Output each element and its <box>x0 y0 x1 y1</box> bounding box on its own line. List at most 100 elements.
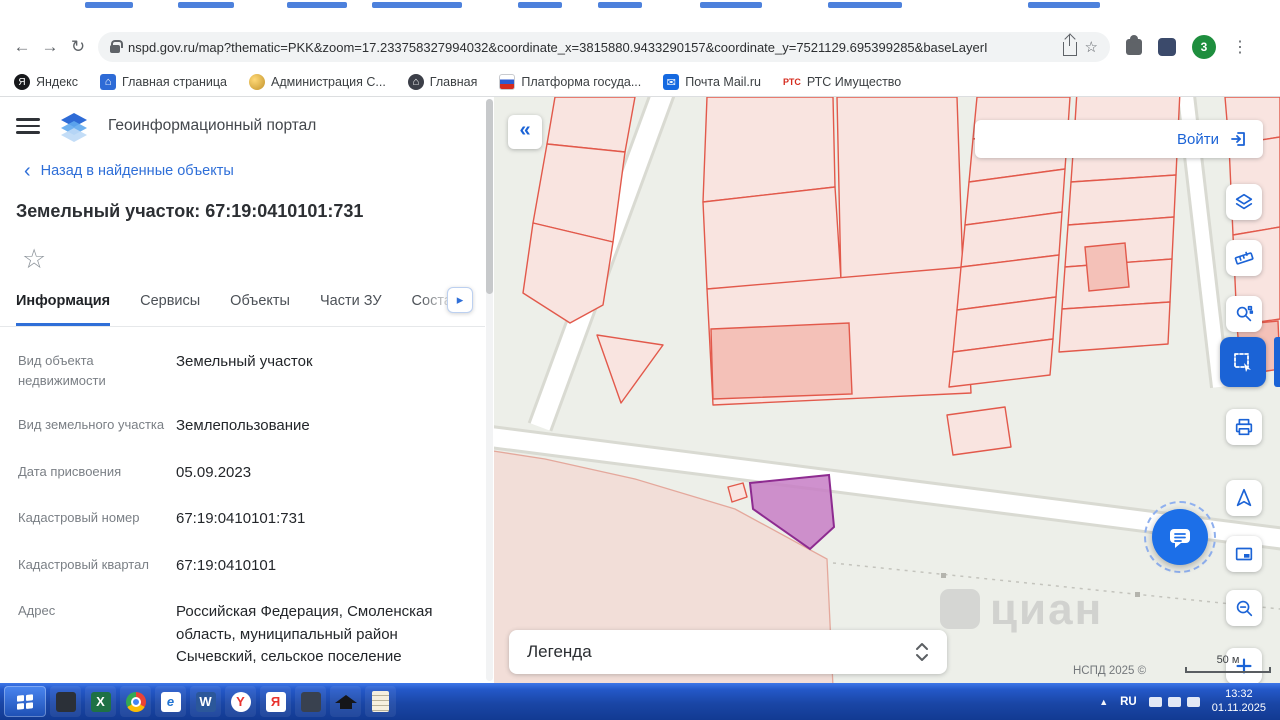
measure-ruler-button[interactable] <box>1226 240 1262 276</box>
taskbar-notepad-icon[interactable] <box>365 686 396 717</box>
address-bar[interactable]: nspd.gov.ru/map?thematic=PKK&zoom=17.233… <box>98 32 1110 62</box>
bookmark-label: Почта Mail.ru <box>685 75 761 89</box>
object-search-button[interactable] <box>1226 296 1262 332</box>
taskbar-chrome-icon[interactable] <box>120 686 151 717</box>
tray-expand-icon[interactable]: ▲ <box>1099 697 1108 707</box>
bookmark-yandex[interactable]: Я Яндекс <box>14 74 78 90</box>
field-value: 05.09.2023 <box>176 463 252 481</box>
taskbar-education-icon[interactable] <box>330 686 361 717</box>
taskbar-yandex-browser-icon[interactable]: Y <box>225 686 256 717</box>
scale-line <box>1185 667 1271 673</box>
taskbar-ie-icon[interactable]: e <box>155 686 186 717</box>
cadastral-map[interactable]: циан « Войти Легенда НСПД 2025 © 50 м <box>485 97 1280 683</box>
profile-avatar[interactable]: 3 <box>1192 35 1216 59</box>
tab-fragment <box>372 2 462 8</box>
bookmark-star-icon[interactable]: ☆ <box>1085 38 1098 56</box>
login-button[interactable]: Войти <box>975 120 1263 158</box>
mail-favicon: ✉ <box>663 74 680 90</box>
portal-logo[interactable] <box>56 108 92 144</box>
object-fields: Вид объекта недвижимости Земельный участ… <box>0 327 494 669</box>
geolocation-button[interactable] <box>1226 480 1262 516</box>
chat-bubble-icon <box>1170 529 1190 548</box>
taskbar-excel-icon[interactable]: X <box>85 686 116 717</box>
object-info-panel: Геоинформационный портал ‹ Назад в найде… <box>0 97 494 683</box>
url-text[interactable]: nspd.gov.ru/map?thematic=PKK&zoom=17.233… <box>128 40 1055 55</box>
favorite-star-icon[interactable]: ☆ <box>0 222 494 273</box>
bookmark-administration[interactable]: Администрация С... <box>248 74 386 90</box>
sidebar-extension-icon[interactable] <box>1158 38 1176 56</box>
start-button[interactable] <box>4 686 46 717</box>
hamburger-menu-icon[interactable] <box>16 116 40 136</box>
clock[interactable]: 13:32 01.11.2025 <box>1212 688 1266 716</box>
rts-favicon: РТС <box>782 77 801 87</box>
bookmarks-bar: Я Яндекс ⌂ Главная страница Администраци… <box>0 68 1280 97</box>
reload-button[interactable]: ↻ <box>64 33 92 61</box>
back-to-results-link[interactable]: ‹ Назад в найденные объекты <box>0 155 494 182</box>
forward-button[interactable]: → <box>36 33 64 61</box>
home-favicon: ⌂ <box>100 74 117 90</box>
map-search-button[interactable] <box>1226 590 1262 626</box>
back-button[interactable]: ← <box>8 33 36 61</box>
tray-icons <box>1148 696 1200 707</box>
scrollbar-thumb[interactable] <box>486 99 493 294</box>
language-indicator[interactable]: RU <box>1120 696 1137 708</box>
bookmark-label: Администрация С... <box>270 75 386 89</box>
field-label: Вид земельного участка <box>18 417 165 433</box>
tabs-more-button[interactable]: ▸ <box>447 287 473 313</box>
collapse-panel-button[interactable]: « <box>508 115 542 149</box>
overview-frame-button[interactable] <box>1226 536 1262 572</box>
bookmark-rts[interactable]: РТС РТС Имущество <box>783 74 901 90</box>
field-row: Вид объекта недвижимости Земельный участ… <box>18 351 470 391</box>
bookmark-label: Главная страница <box>122 75 227 89</box>
menu-kebab-icon[interactable]: ⋮ <box>1232 37 1248 57</box>
tab-fragment <box>1028 2 1100 8</box>
browser-toolbar: ← → ↻ nspd.gov.ru/map?thematic=PKK&zoom=… <box>0 26 1280 68</box>
chevron-left-icon: ‹ <box>24 160 31 182</box>
map-canvas[interactable]: циан <box>485 97 1280 683</box>
tab-services[interactable]: Сервисы <box>140 293 200 326</box>
legend-panel[interactable]: Легенда <box>509 630 947 674</box>
tab-fragment <box>828 2 902 8</box>
browser-tab-strip <box>0 0 1280 26</box>
taskbar-app-icon[interactable] <box>295 686 326 717</box>
lock-icon[interactable] <box>110 40 123 53</box>
chat-button[interactable] <box>1152 509 1208 565</box>
tab-objects[interactable]: Объекты <box>230 293 290 326</box>
taskbar-word-icon[interactable]: W <box>190 686 221 717</box>
field-value: 67:19:0410101:731 <box>176 510 306 528</box>
layers-button[interactable] <box>1226 184 1262 220</box>
tray-icon[interactable] <box>1148 696 1162 707</box>
bookmark-mail[interactable]: ✉ Почта Mail.ru <box>663 74 761 90</box>
panel-scrollbar[interactable] <box>486 99 493 681</box>
extensions-icon[interactable] <box>1126 35 1142 55</box>
field-row: Дата присвоения 05.09.2023 <box>18 462 470 485</box>
tab-parts[interactable]: Части ЗУ <box>320 293 382 326</box>
tray-icon[interactable] <box>1167 696 1181 707</box>
windows-taskbar: X e W Y Я ▲ RU 13:32 01.11.2025 <box>0 683 1280 720</box>
flag-favicon <box>499 74 516 90</box>
tab-information[interactable]: Информация <box>16 293 111 326</box>
tab-fragment <box>287 2 347 8</box>
field-value: 67:19:0410101 <box>176 556 277 574</box>
active-draw-tool-button[interactable] <box>1220 337 1266 387</box>
field-row: Вид земельного участка Землепользование <box>18 415 470 438</box>
tray-icon[interactable] <box>1186 696 1200 707</box>
bookmark-label: Платформа госуда... <box>521 75 642 89</box>
app-title: Геоинформационный портал <box>108 117 317 134</box>
bookmark-main[interactable]: ⌂ Главная <box>407 74 477 90</box>
bookmark-home-page[interactable]: ⌂ Главная страница <box>100 74 227 90</box>
emblem-favicon <box>248 74 265 90</box>
taskbar-dark-app-icon[interactable] <box>50 686 81 717</box>
login-label: Войти <box>1177 130 1219 148</box>
yandex-favicon: Я <box>14 74 30 90</box>
print-button[interactable] <box>1226 409 1262 445</box>
taskbar-yandex-icon[interactable]: Я <box>260 686 291 717</box>
field-row: Кадастровый номер 67:19:0410101:731 <box>18 508 470 531</box>
share-icon[interactable] <box>1062 34 1077 56</box>
object-title: Земельный участок: 67:19:0410101:731 <box>16 201 364 221</box>
bookmark-label: Яндекс <box>36 75 79 89</box>
legend-expand-icon[interactable] <box>915 641 929 663</box>
field-label: Вид объекта недвижимости <box>18 353 106 389</box>
bookmark-gov-platform[interactable]: Платформа госуда... <box>499 74 641 90</box>
map-attribution: НСПД 2025 © <box>1073 665 1147 677</box>
